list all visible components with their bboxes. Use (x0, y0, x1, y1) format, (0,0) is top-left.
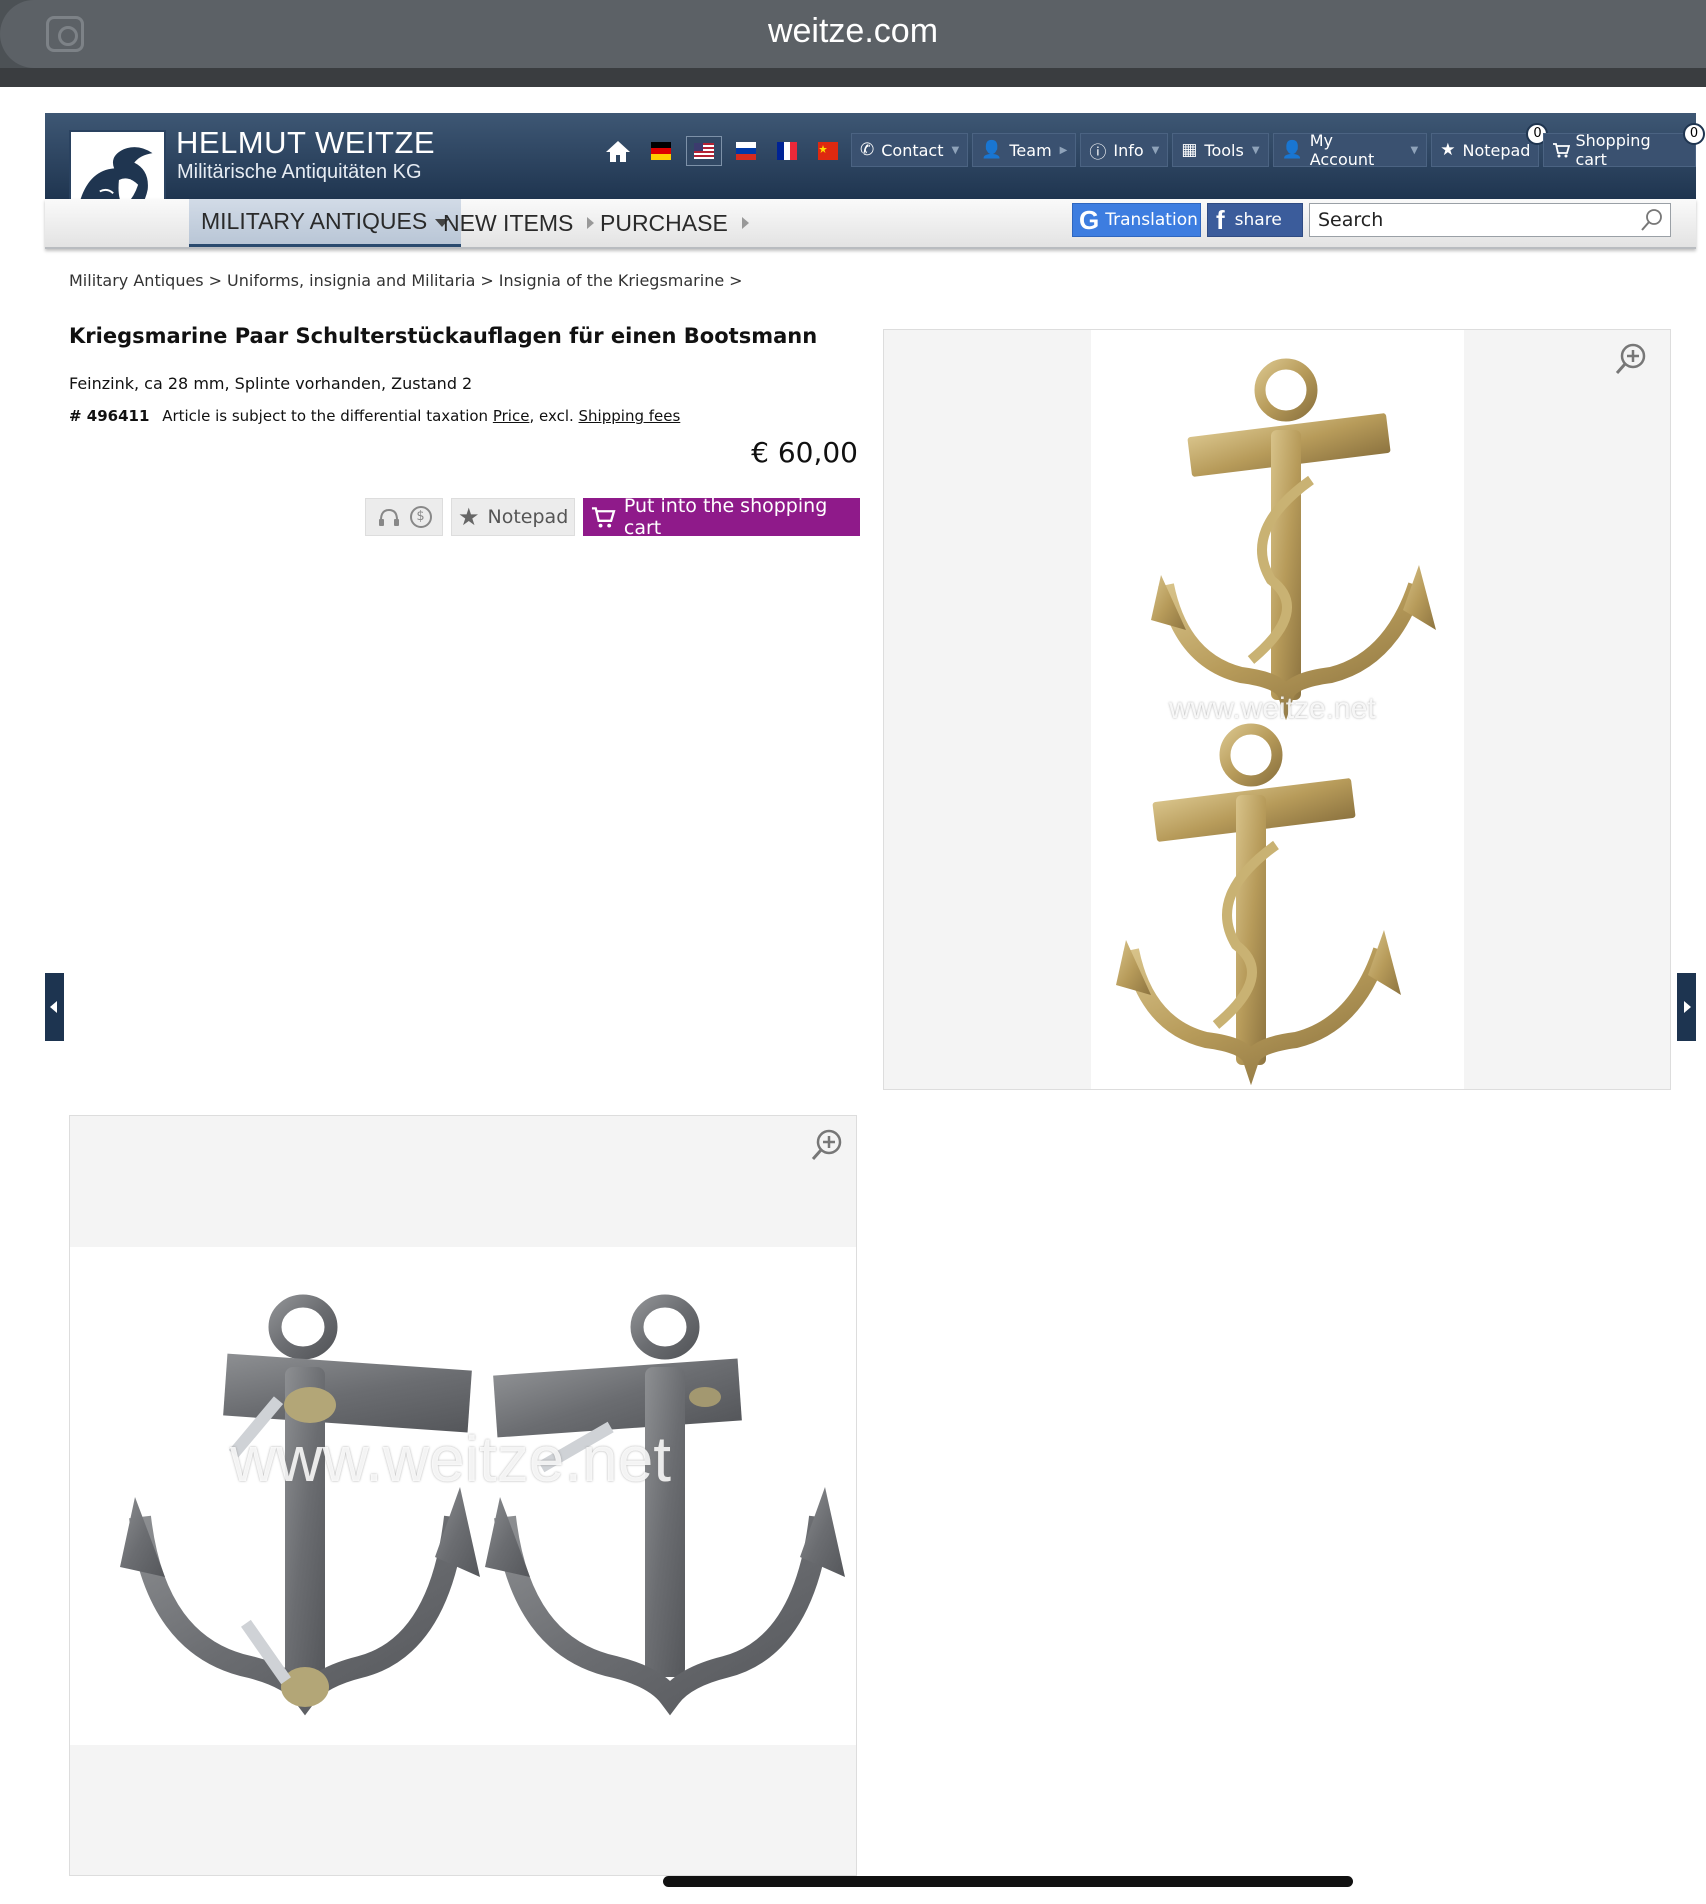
facebook-icon: f (1216, 204, 1225, 235)
nav-info[interactable]: ⓘ Info ▼ (1080, 133, 1169, 167)
product-image-1[interactable]: www.weitze.net (883, 329, 1671, 1090)
share-label: share (1234, 210, 1282, 230)
language-bar (605, 135, 859, 167)
nav-contact-label: Contact (881, 140, 944, 160)
nav-team[interactable]: 👤 Team ▶ (972, 133, 1077, 167)
translation-button[interactable]: G Translation (1072, 203, 1201, 237)
flag-cn-icon[interactable] (818, 142, 838, 160)
nav-team-label: Team (1009, 140, 1052, 160)
product-description: Feinzink, ca 28 mm, Splinte vorhanden, Z… (69, 374, 473, 393)
browser-bar: weitze.com (0, 0, 1706, 87)
info-icon: ⓘ (1089, 142, 1107, 163)
flag-fr-icon[interactable] (777, 142, 797, 160)
price-link[interactable]: Price (493, 407, 530, 425)
home-icon[interactable] (605, 139, 631, 163)
main-menu-bar: MILITARY ANTIQUES NEW ITEMS PURCHASE G T… (45, 199, 1696, 249)
team-icon: 👤 (981, 140, 1003, 160)
nav-shopping-cart[interactable]: Shopping cart 0 (1543, 123, 1705, 169)
flag-de-icon[interactable] (651, 142, 671, 160)
notepad-button-label: Notepad (487, 506, 569, 528)
add-to-cart-button[interactable]: Put into the shopping cart (583, 495, 860, 539)
grey-anchors-image (120, 1294, 845, 1716)
cart-count-badge: 0 (1683, 123, 1705, 145)
zoom-in-icon[interactable] (810, 1128, 844, 1162)
calculator-icon: ▦ (1181, 140, 1198, 160)
site-header: HELMUT WEITZE Militärische Antiquitäten … (45, 113, 1705, 227)
menu-military-antiques[interactable]: MILITARY ANTIQUES (189, 199, 462, 247)
google-icon: G (1079, 204, 1100, 235)
user-icon: 👤 (1281, 140, 1303, 160)
product-meta: # 496411 Article is subject to the diffe… (69, 407, 680, 425)
top-navigation: ✆ Contact ▼ 👤 Team ▶ ⓘ Info ▼ ▦ Tools ▼ … (851, 123, 1705, 169)
nav-info-label: Info (1113, 140, 1144, 160)
star-icon: ★ (458, 503, 480, 531)
nav-account-label: My Account (1309, 131, 1375, 169)
article-number: # 496411 (69, 407, 150, 425)
dollar-icon[interactable]: $ (409, 506, 432, 528)
brand-title[interactable]: HELMUT WEITZE (176, 125, 435, 161)
brand-subtitle: Militärische Antiquitäten KG (177, 161, 422, 183)
phone-icon: ✆ (860, 140, 875, 160)
tax-note: Article is subject to the differential t… (162, 407, 489, 425)
breadcrumb-separator: > (480, 271, 494, 290)
flag-us-selected[interactable] (686, 136, 722, 166)
breadcrumb-separator: > (729, 271, 743, 290)
chevron-right-icon (587, 217, 595, 229)
search-icon[interactable] (1640, 208, 1664, 232)
nav-tools-label: Tools (1204, 140, 1244, 160)
menu-new-items[interactable]: NEW ITEMS (443, 199, 595, 247)
cart-button-label: Put into the shopping cart (623, 495, 828, 539)
shipping-fees-link[interactable]: Shipping fees (579, 407, 681, 425)
breadcrumb-uniforms[interactable]: Uniforms, insignia and Militaria (227, 271, 475, 290)
chevron-right-icon: ▶ (1059, 144, 1068, 156)
image-1-watermark: www.weitze.net (1169, 692, 1376, 725)
excl-text: , excl. (529, 407, 574, 425)
translation-label: Translation (1105, 210, 1198, 230)
breadcrumb-military-antiques[interactable]: Military Antiques (69, 271, 204, 290)
search-box (1309, 203, 1671, 237)
breadcrumb-separator: > (208, 271, 223, 290)
product-title: Kriegsmarine Paar Schulterstückauflagen … (69, 324, 818, 348)
product-image-2[interactable]: www.weitze.net (69, 1115, 857, 1876)
cart-icon (1553, 143, 1571, 158)
chevron-down-icon: ▼ (1410, 144, 1419, 156)
product-actions: $ ★ Notepad Put into the shopping cart (365, 495, 860, 539)
chevron-down-icon: ▼ (951, 144, 960, 156)
flag-us-icon (694, 143, 714, 159)
inquiry-buttons: $ (365, 498, 443, 536)
cart-icon (591, 507, 616, 528)
menu-military-label: MILITARY ANTIQUES (201, 208, 428, 234)
url-text[interactable]: weitze.com (0, 12, 1706, 51)
add-to-notepad-button[interactable]: ★ Notepad (451, 498, 575, 536)
menu-purchase-label: PURCHASE (600, 209, 728, 236)
star-icon: ★ (1440, 140, 1456, 160)
breadcrumb: Military Antiques > Uniforms, insignia and… (69, 271, 748, 290)
headset-icon[interactable] (377, 506, 401, 528)
previous-item-arrow[interactable] (45, 973, 64, 1041)
search-input[interactable] (1310, 204, 1630, 236)
menu-new-items-label: NEW ITEMS (443, 209, 574, 236)
facebook-share-button[interactable]: f share (1207, 203, 1303, 237)
nav-cart-label: Shopping cart (1575, 131, 1651, 169)
menu-purchase[interactable]: PURCHASE (600, 199, 749, 247)
flag-ru-icon[interactable] (736, 142, 756, 160)
nav-tools[interactable]: ▦ Tools ▼ (1172, 133, 1269, 167)
chevron-down-icon: ▼ (1151, 144, 1160, 156)
nav-notepad-label: Notepad (1462, 140, 1531, 160)
nav-my-account[interactable]: 👤 My Account ▼ (1272, 131, 1428, 169)
product-price: € 60,00 (751, 436, 858, 469)
zoom-in-icon[interactable] (1614, 342, 1648, 376)
nav-notepad[interactable]: ★ Notepad 0 (1431, 123, 1549, 167)
image-2-watermark: www.weitze.net (230, 1423, 672, 1495)
image-2-canvas: www.weitze.net (70, 1247, 856, 1745)
browser-bar-divider (0, 68, 1706, 87)
image-1-canvas: www.weitze.net (1091, 330, 1464, 1089)
nav-contact[interactable]: ✆ Contact ▼ (851, 133, 969, 167)
breadcrumb-insignia-kriegsmarine[interactable]: Insignia of the Kriegsmarine (499, 271, 724, 290)
chevron-right-icon (741, 217, 749, 229)
next-item-arrow[interactable] (1677, 973, 1696, 1041)
chevron-down-icon: ▼ (1251, 144, 1260, 156)
home-indicator (663, 1876, 1353, 1887)
